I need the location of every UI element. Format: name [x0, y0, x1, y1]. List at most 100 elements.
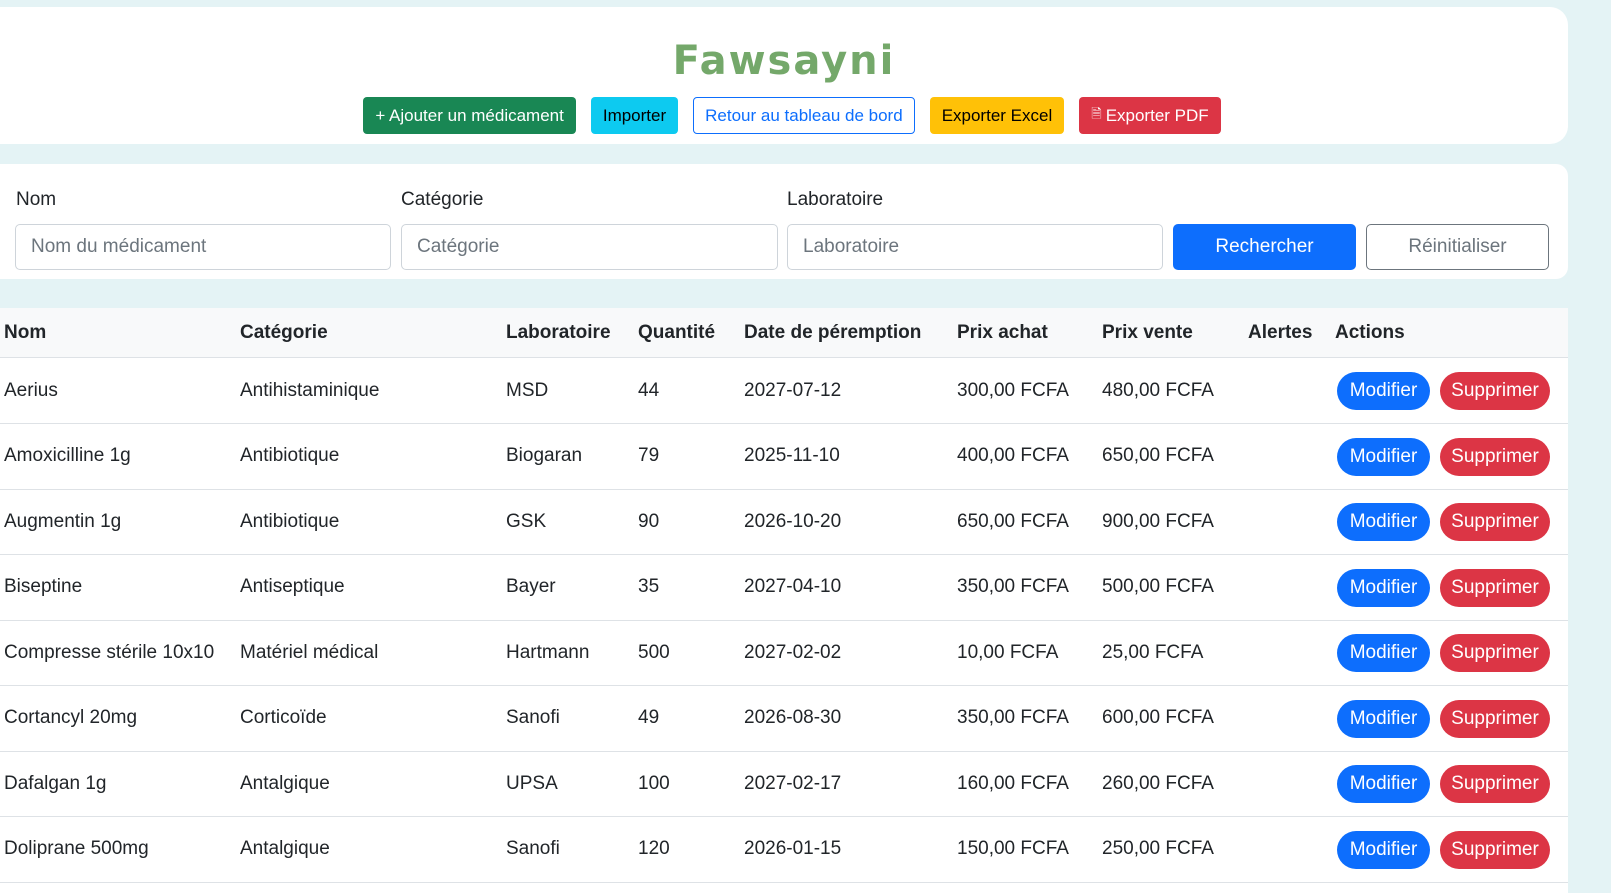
cell-sell-price: 250,00 FCFA [1102, 838, 1214, 859]
table-row: Dafalgan 1g Antalgique UPSA 100 2027-02-17 16… [0, 751, 1568, 817]
table-header: Nom Catégorie Laboratoire Quantité Date … [0, 308, 1568, 358]
cell-name: Compresse stérile 10x10 [4, 641, 215, 663]
delete-button[interactable]: Supprimer [1440, 372, 1550, 410]
header-buy-price[interactable]: Prix achat [957, 308, 1048, 358]
table-row: Cortancyl 20mg Corticoïde Sanofi 49 2026-08-… [0, 686, 1568, 752]
delete-button[interactable]: Supprimer [1440, 634, 1550, 672]
cell-name: Amoxicilline 1g [4, 445, 131, 466]
header-quantity[interactable]: Quantité [638, 308, 715, 358]
edit-button[interactable]: Modifier [1337, 503, 1430, 541]
edit-button[interactable]: Modifier [1337, 372, 1430, 410]
table-row: Amoxicilline 1g Antibiotique Biogaran 79 202… [0, 424, 1568, 490]
cell-category: Antiseptique [240, 576, 345, 597]
toolbar: + Ajouter un médicament Importer Retour … [0, 97, 1568, 134]
cell-lab: Sanofi [506, 838, 560, 859]
cell-sell-price: 480,00 FCFA [1102, 379, 1214, 401]
cell-quantity: 49 [638, 707, 660, 728]
back-to-dashboard-button[interactable]: Retour au tableau de bord [693, 97, 915, 134]
header-expiry[interactable]: Date de péremption [744, 308, 921, 358]
cell-category: Corticoïde [240, 707, 327, 728]
edit-button[interactable]: Modifier [1337, 437, 1430, 476]
cell-sell-price: 25,00 FCFA [1102, 641, 1204, 663]
cell-expiry: 2026-10-20 [744, 510, 842, 532]
cell-expiry: 2027-02-17 [744, 772, 842, 794]
add-medication-button[interactable]: + Ajouter un médicament [363, 97, 576, 134]
category-search-input[interactable]: Catégorie [401, 224, 778, 270]
export-pdf-button[interactable]: 🗎 Exporter PDF [1079, 97, 1221, 134]
delete-button[interactable]: Supprimer [1440, 503, 1550, 541]
edit-button[interactable]: Modifier [1337, 830, 1430, 869]
header-lab[interactable]: Laboratoire [506, 308, 611, 358]
medication-table: Nom Catégorie Laboratoire Quantité Date … [0, 308, 1568, 893]
cell-lab: Hartmann [506, 641, 590, 663]
cell-buy-price: 350,00 FCFA [957, 707, 1069, 728]
cell-category: Matériel médical [240, 641, 379, 663]
cell-lab: Biogaran [506, 445, 583, 466]
header-category[interactable]: Catégorie [240, 308, 328, 358]
category-filter-label: Catégorie [401, 189, 484, 210]
reset-button[interactable]: Réinitialiser [1366, 224, 1549, 270]
cell-buy-price: 350,00 FCFA [957, 576, 1069, 597]
edit-button[interactable]: Modifier [1337, 634, 1430, 672]
edit-button[interactable]: Modifier [1337, 765, 1430, 803]
cell-lab: Bayer [506, 576, 556, 597]
table-row: Biseptine Antiseptique Bayer 35 2027-04-10 35… [0, 555, 1568, 621]
table-row: Aerius Antihistaminique MSD 44 2027-07-12 300… [0, 358, 1568, 424]
name-search-input[interactable]: Nom du médicament [15, 224, 391, 270]
cell-quantity: 35 [638, 576, 660, 597]
document-icon: 🗎 [1091, 105, 1102, 121]
header-actions: Actions [1335, 322, 1405, 343]
cell-name: Dafalgan 1g [4, 772, 107, 794]
cell-buy-price: 300,00 FCFA [957, 379, 1069, 401]
cell-sell-price: 600,00 FCFA [1102, 707, 1214, 728]
export-pdf-label: Exporter PDF [1105, 105, 1209, 125]
cell-sell-price: 500,00 FCFA [1102, 576, 1214, 597]
cell-name: Biseptine [4, 576, 83, 597]
edit-button[interactable]: Modifier [1337, 699, 1430, 738]
cell-quantity: 90 [638, 510, 660, 532]
cell-expiry: 2026-08-30 [744, 707, 842, 728]
cell-expiry: 2025-11-10 [744, 445, 840, 466]
cell-quantity: 44 [638, 379, 660, 401]
cell-category: Antalgique [240, 838, 330, 859]
cell-name: Augmentin 1g [4, 510, 122, 532]
app-title: Fawsayni [672, 38, 896, 84]
header-name[interactable]: Nom [4, 308, 46, 358]
lab-search-input[interactable]: Laboratoire [787, 224, 1163, 270]
cell-lab: Sanofi [506, 707, 560, 728]
import-button[interactable]: Importer [590, 97, 679, 134]
cell-name: Doliprane 500mg [4, 838, 149, 859]
cell-lab: GSK [506, 510, 547, 532]
table-row: Doliprane 500mg Antalgique Sanofi 120 2026-0… [0, 817, 1568, 883]
lab-filter-label: Laboratoire [787, 189, 884, 210]
export-excel-button[interactable]: Exporter Excel [929, 97, 1065, 134]
delete-button[interactable]: Supprimer [1440, 765, 1550, 803]
cell-buy-price: 650,00 FCFA [957, 510, 1069, 532]
cell-category: Antibiotique [240, 510, 340, 532]
cell-category: Antalgique [240, 772, 330, 794]
delete-button[interactable]: Supprimer [1440, 830, 1550, 869]
delete-button[interactable]: Supprimer [1440, 699, 1550, 738]
cell-quantity: 79 [638, 445, 660, 466]
cell-lab: MSD [506, 379, 549, 401]
cell-buy-price: 400,00 FCFA [957, 445, 1069, 466]
cell-category: Antihistaminique [240, 379, 380, 401]
cell-buy-price: 150,00 FCFA [957, 838, 1069, 859]
cell-name: Aerius [4, 379, 58, 401]
cell-expiry: 2026-01-15 [744, 838, 842, 859]
delete-button[interactable]: Supprimer [1440, 568, 1550, 607]
table-row: Compresse stérile 10x10 Matériel médical H… [0, 620, 1568, 686]
header-alerts: Alertes [1248, 322, 1313, 343]
cell-quantity: 500 [638, 641, 670, 663]
cell-lab: UPSA [506, 772, 558, 794]
header-sell-price[interactable]: Prix vente [1102, 308, 1193, 358]
delete-button[interactable]: Supprimer [1440, 437, 1550, 476]
cell-expiry: 2027-02-02 [744, 641, 842, 663]
search-button[interactable]: Rechercher [1173, 224, 1356, 270]
cell-expiry: 2027-04-10 [744, 576, 842, 597]
cell-sell-price: 900,00 FCFA [1102, 510, 1214, 532]
edit-button[interactable]: Modifier [1337, 568, 1430, 607]
name-filter-label: Nom [16, 189, 57, 210]
cell-sell-price: 650,00 FCFA [1102, 445, 1214, 466]
cell-category: Antibiotique [240, 445, 340, 466]
